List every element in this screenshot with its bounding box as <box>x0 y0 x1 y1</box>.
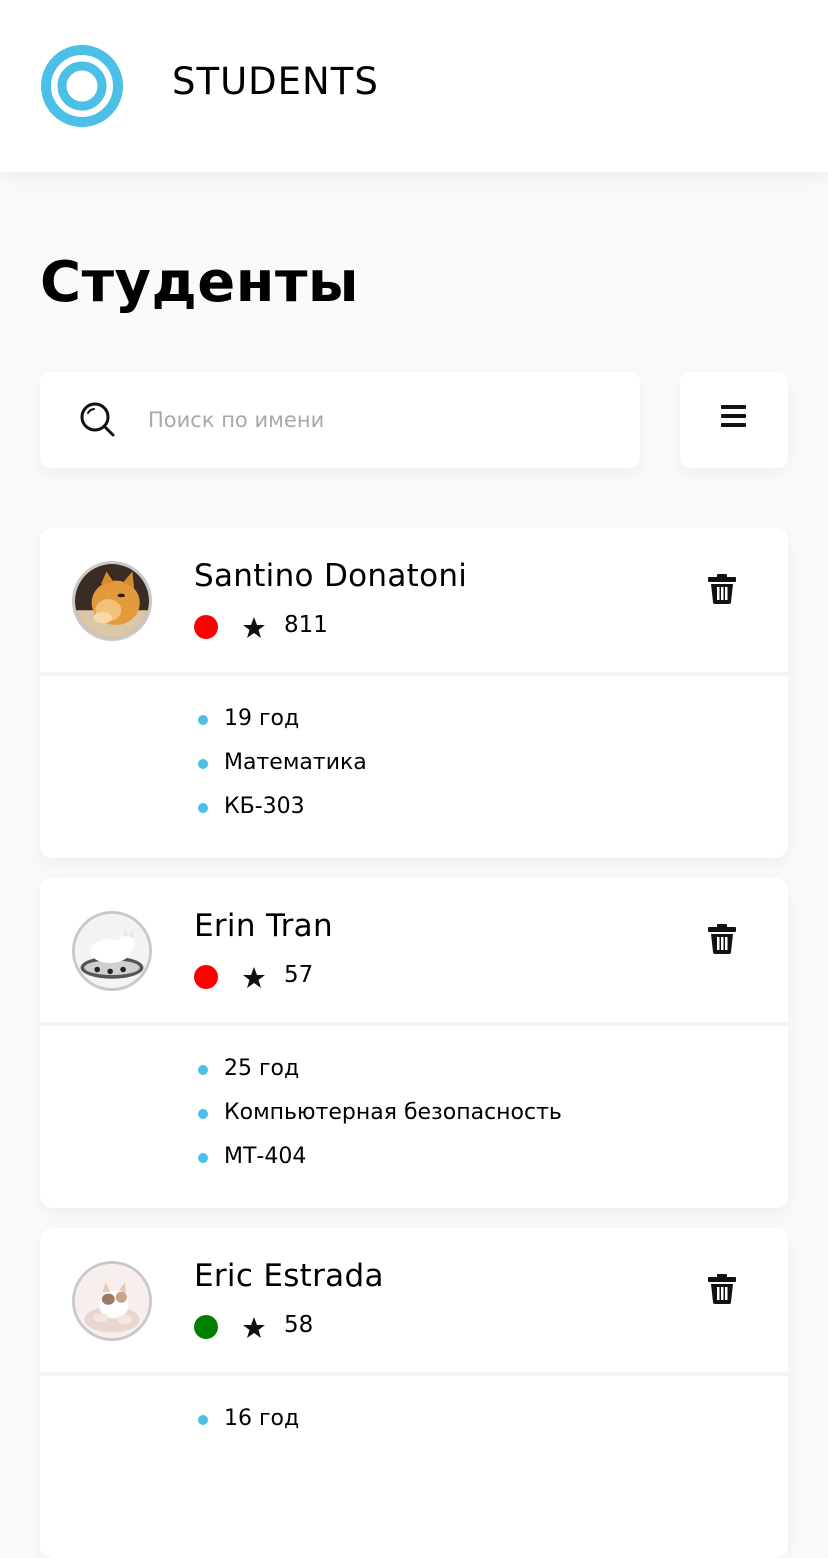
student-card-header[interactable]: Erin Tran 57 <box>40 878 788 1022</box>
student-group: МТ-404 <box>198 1142 562 1186</box>
student-details: 25 год Компьютерная безопасность МТ-404 <box>198 1054 562 1186</box>
student-specialty: Компьютерная безопасность <box>198 1098 562 1142</box>
student-age: 25 год <box>198 1054 562 1098</box>
student-rating: 811 <box>284 612 328 638</box>
student-group: КБ-303 <box>198 792 367 836</box>
student-card[interactable]: Eric Estrada 58 16 год <box>40 1228 788 1558</box>
app-header: STUDENTS <box>0 0 828 172</box>
student-name: Erin Tran <box>194 908 333 944</box>
hamburger-menu-icon <box>721 405 746 427</box>
student-name: Eric Estrada <box>194 1258 384 1294</box>
star-icon <box>243 967 265 988</box>
status-dot <box>194 1315 218 1339</box>
student-avatar <box>72 561 152 641</box>
student-card-header[interactable]: Eric Estrada 58 <box>40 1228 788 1372</box>
trash-icon[interactable] <box>708 574 736 604</box>
status-dot <box>194 615 218 639</box>
student-card-header[interactable]: Santino Donatoni 811 <box>40 528 788 672</box>
student-rating: 57 <box>284 962 314 988</box>
student-specialty: Математика <box>198 748 367 792</box>
card-divider <box>40 672 788 676</box>
student-age: 16 год <box>198 1404 299 1448</box>
search-input[interactable] <box>148 398 608 442</box>
student-details: 16 год <box>198 1404 299 1448</box>
student-age: 19 год <box>198 704 367 748</box>
star-icon <box>243 1317 265 1338</box>
orange-kitten-avatar <box>75 564 149 638</box>
search-box <box>40 372 640 468</box>
student-details: 19 год Математика КБ-303 <box>198 704 367 836</box>
student-name: Santino Donatoni <box>194 558 468 594</box>
card-divider <box>40 1372 788 1376</box>
filter-menu-button[interactable] <box>680 372 788 468</box>
kitten-avatar <box>75 1264 149 1338</box>
search-icon <box>80 402 115 437</box>
ring-logo-icon <box>41 45 123 127</box>
card-divider <box>40 1022 788 1026</box>
white-cat-avatar <box>75 914 149 988</box>
status-dot <box>194 965 218 989</box>
star-icon <box>243 617 265 638</box>
student-card[interactable]: Santino Donatoni 811 19 год Математика К… <box>40 528 788 858</box>
app-title: STUDENTS <box>172 60 379 103</box>
page-title: Студенты <box>40 250 360 315</box>
student-card[interactable]: Erin Tran 57 25 год Компьютерная безопас… <box>40 878 788 1208</box>
student-avatar <box>72 911 152 991</box>
trash-icon[interactable] <box>708 924 736 954</box>
student-rating: 58 <box>284 1312 314 1338</box>
trash-icon[interactable] <box>708 1274 736 1304</box>
student-avatar <box>72 1261 152 1341</box>
